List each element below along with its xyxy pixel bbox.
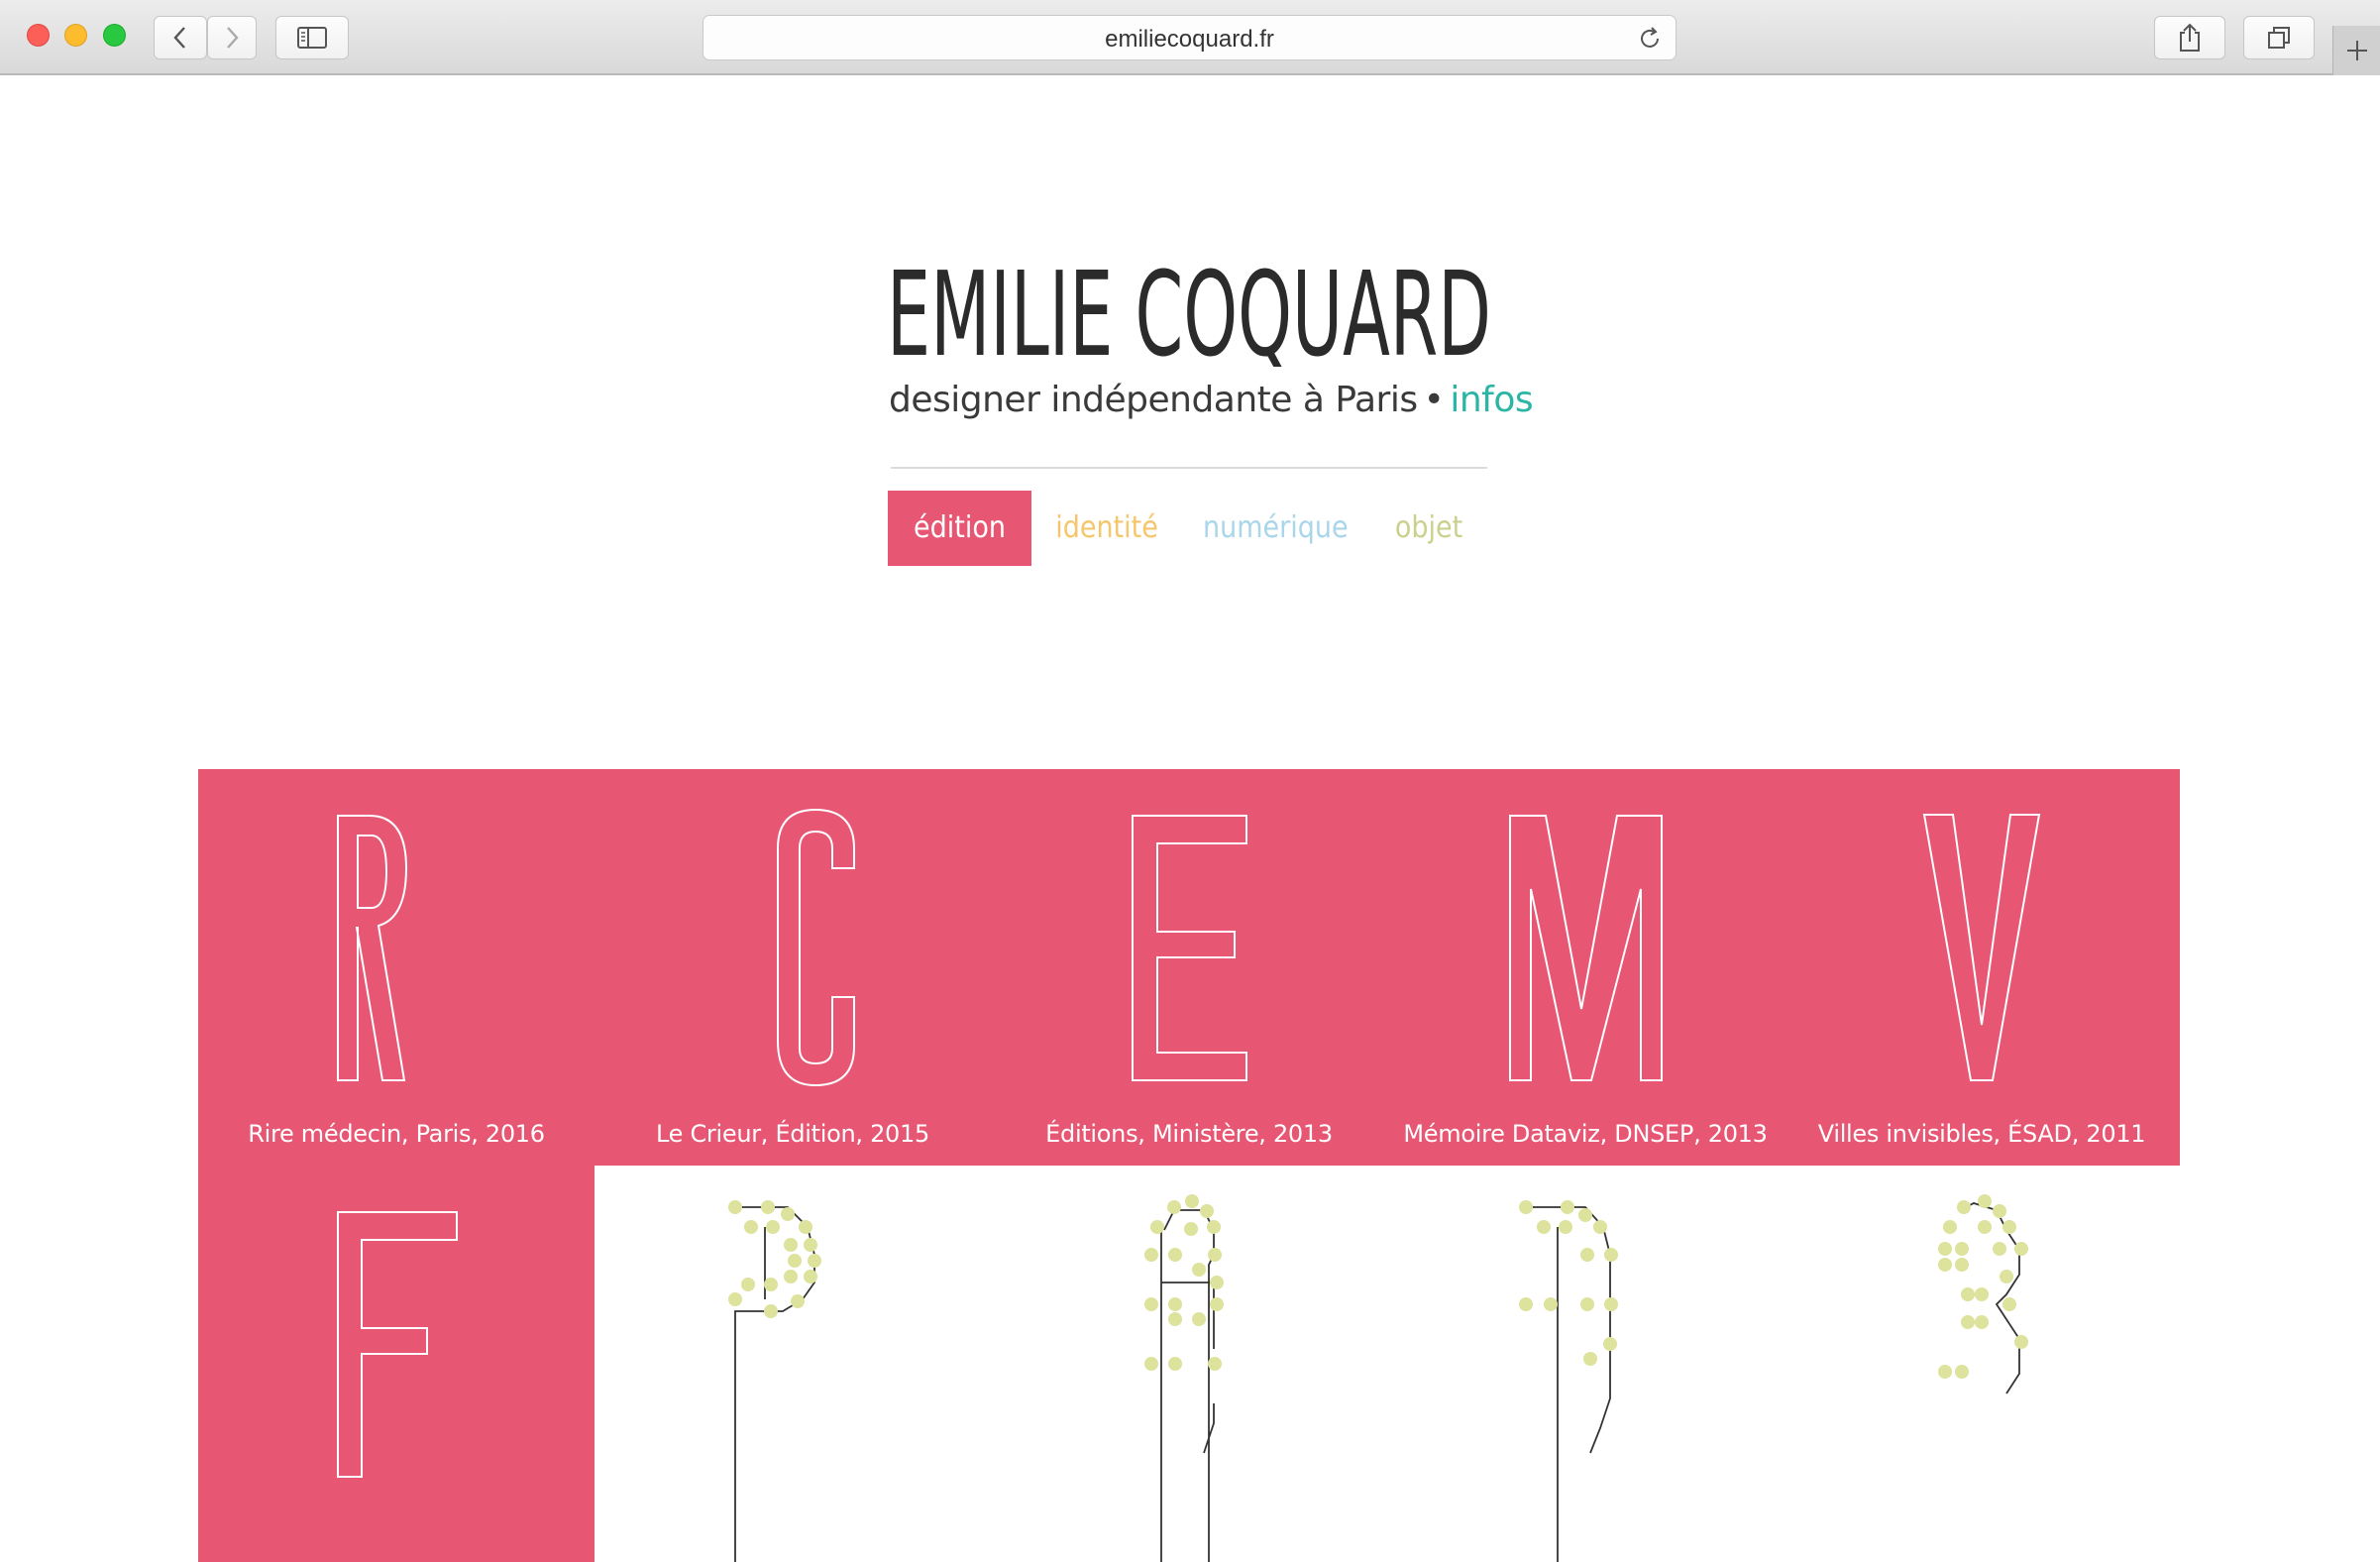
reload-icon[interactable]: [1636, 25, 1664, 53]
plus-icon: [2346, 41, 2367, 60]
project-tile-8[interactable]: [991, 1166, 1387, 1562]
back-button[interactable]: [154, 16, 207, 59]
close-window-button[interactable]: [27, 24, 50, 47]
letter-v-icon: [1922, 814, 2041, 1081]
show-tabs-button[interactable]: [2243, 16, 2315, 59]
letter-p-dots-icon: [728, 1200, 821, 1562]
project-grid: Rire médecin, Paris, 2016 Le Crieur, Édi…: [198, 769, 2182, 1562]
project-tile-le-crieur[interactable]: Le Crieur, Édition, 2015: [595, 769, 991, 1166]
project-caption: Rire médecin, Paris, 2016: [248, 1120, 545, 1148]
sidebar-toggle-button[interactable]: [275, 16, 349, 59]
project-tile-f[interactable]: [198, 1166, 595, 1562]
project-tile-villes-invisibles[interactable]: Villes invisibles, ÉSAD, 2011: [1784, 769, 2180, 1166]
project-caption: Le Crieur, Édition, 2015: [656, 1120, 929, 1148]
share-icon: [2180, 23, 2200, 52]
letter-d-dots-icon: [1519, 1200, 1618, 1562]
subtitle-separator: •: [1423, 380, 1445, 420]
forward-button[interactable]: [207, 16, 257, 59]
project-tile-3[interactable]: [1784, 1166, 2180, 1562]
browser-toolbar: emiliecoquard.fr: [0, 0, 2380, 75]
project-tile-editions[interactable]: Éditions, Ministère, 2013: [991, 769, 1387, 1166]
letter-c-icon: [777, 808, 855, 1087]
letter-8-dots-icon: [1144, 1194, 1224, 1562]
url-text: emiliecoquard.fr: [1105, 26, 1274, 53]
letter-r-icon: [337, 815, 408, 1081]
project-tile-rire-medecin[interactable]: Rire médecin, Paris, 2016: [198, 769, 595, 1166]
nav-edition[interactable]: édition: [888, 491, 1031, 566]
infos-link[interactable]: infos: [1450, 380, 1533, 420]
back-icon: [173, 27, 185, 49]
zoom-window-button[interactable]: [103, 24, 126, 47]
project-tile-p[interactable]: [595, 1166, 991, 1562]
letter-e-icon: [1132, 815, 1247, 1081]
nav-identite[interactable]: identité: [1052, 491, 1161, 566]
project-caption: Villes invisibles, ÉSAD, 2011: [1817, 1120, 2146, 1148]
letter-m-icon: [1509, 815, 1663, 1081]
header-divider: [891, 467, 1487, 469]
nav-objet[interactable]: objet: [1389, 491, 1468, 566]
tabs-icon: [2268, 27, 2290, 49]
letter-3-dots-icon: [1938, 1194, 2028, 1395]
site-title[interactable]: EMILIE COQUARD: [887, 260, 1493, 367]
subtitle: designer indépendante à Paris • infos: [889, 380, 1534, 420]
address-bar[interactable]: emiliecoquard.fr: [703, 15, 1677, 60]
project-caption: Mémoire Dataviz, DNSEP, 2013: [1403, 1120, 1768, 1148]
forward-icon: [227, 27, 239, 49]
letter-f-icon: [337, 1211, 458, 1478]
site-title-text: EMILIE COQUARD: [887, 260, 1491, 367]
project-tile-d[interactable]: [1387, 1166, 1784, 1562]
minimize-window-button[interactable]: [64, 24, 87, 47]
nav-numerique[interactable]: numérique: [1203, 491, 1349, 566]
project-caption: Éditions, Ministère, 2013: [1045, 1120, 1333, 1148]
share-button[interactable]: [2154, 16, 2225, 59]
sidebar-icon: [297, 27, 327, 49]
subtitle-text: designer indépendante à Paris: [889, 380, 1418, 420]
new-tab-button[interactable]: [2332, 26, 2380, 75]
project-tile-memoire-dataviz[interactable]: Mémoire Dataviz, DNSEP, 2013: [1387, 769, 1784, 1166]
